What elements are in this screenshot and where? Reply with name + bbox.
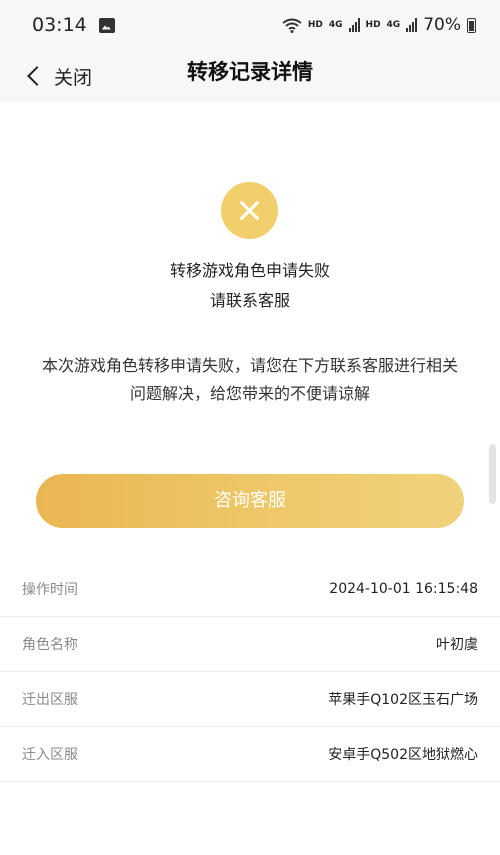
result-title: 转移游戏角色申请失败 请联系客服	[0, 256, 500, 316]
network-4g-tag: 4G	[386, 20, 401, 30]
signal-icon	[348, 18, 360, 32]
gallery-icon	[98, 17, 115, 33]
detail-label: 角色名称	[22, 637, 78, 653]
network-4g-tag: 4G	[328, 20, 343, 30]
result-description: 本次游戏角色转移申请失败，请您在下方联系客服进行相关问题解决，给您带来的不便请谅…	[41, 356, 458, 403]
close-label: 关闭	[54, 66, 93, 89]
screen: 03:14 HD 4G HD 4G 70% 关闭 转移记录详情 转移游戏角色申请…	[0, 0, 500, 855]
detail-row-role-name: 角色名称 叶初虞	[0, 617, 500, 672]
detail-value: 2024-10-01 16:15:48	[329, 581, 478, 597]
hd-tag: HD	[365, 20, 381, 30]
close-button[interactable]: 关闭	[26, 56, 92, 96]
result-title-line2: 请联系客服	[209, 291, 290, 310]
consult-service-button[interactable]: 咨询客服	[36, 474, 464, 528]
status-bar: 03:14 HD 4G HD 4G 70%	[0, 0, 500, 50]
signal-icon	[406, 18, 418, 32]
battery-icon	[467, 17, 476, 33]
result-title-line1: 转移游戏角色申请失败	[169, 261, 330, 280]
close-x-icon	[221, 182, 278, 239]
detail-list: 操作时间 2024-10-01 16:15:48 角色名称 叶初虞 迁出区服 苹…	[0, 562, 500, 782]
battery-percent: 70%	[423, 15, 461, 35]
scrollbar-thumb[interactable]	[489, 444, 496, 504]
detail-row-target-server: 迁入区服 安卓手Q502区地狱燃心	[0, 727, 500, 782]
detail-row-operation-time: 操作时间 2024-10-01 16:15:48	[0, 562, 500, 617]
status-right: HD 4G HD 4G 70%	[282, 15, 476, 35]
detail-row-source-server: 迁出区服 苹果手Q102区玉石广场	[0, 672, 500, 727]
detail-label: 迁出区服	[22, 692, 78, 708]
detail-value: 叶初虞	[436, 637, 478, 653]
detail-label: 迁入区服	[22, 747, 78, 763]
detail-label: 操作时间	[22, 582, 78, 598]
status-left: 03:14	[32, 14, 115, 36]
wifi-icon	[282, 18, 302, 33]
status-time: 03:14	[32, 14, 87, 36]
chevron-left-icon	[27, 66, 47, 86]
nav-header: 关闭 转移记录详情	[0, 50, 500, 102]
detail-value: 安卓手Q502区地狱燃心	[328, 747, 478, 763]
detail-value: 苹果手Q102区玉石广场	[328, 692, 478, 708]
hd-tag: HD	[307, 20, 323, 30]
